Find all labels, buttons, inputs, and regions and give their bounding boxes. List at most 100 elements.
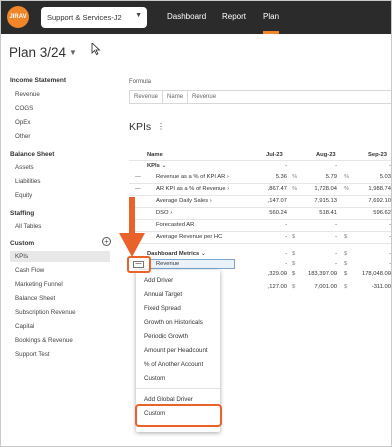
formula-token[interactable]: Revenue xyxy=(188,91,220,103)
sidebar-item-revenue[interactable]: Revenue xyxy=(15,91,40,98)
cell-unit: $ xyxy=(344,251,348,257)
cell-value[interactable]: 1,988.74 xyxy=(368,186,391,192)
active-nav-indicator xyxy=(263,31,279,34)
divider xyxy=(129,243,391,244)
cell-value[interactable]: 7,915.13 xyxy=(314,198,337,204)
cell-value[interactable]: 5.79 xyxy=(326,174,337,180)
menu-item-annual-target[interactable]: Annual Target xyxy=(144,291,182,298)
sidebar-item-opex[interactable]: OpEx xyxy=(15,119,30,126)
formula-bar[interactable]: Revenue Name Revenue xyxy=(129,90,391,104)
cell-value[interactable]: - xyxy=(335,234,337,240)
cell-value: - xyxy=(285,251,287,257)
sidebar-item-liabilities[interactable]: Liabilities xyxy=(15,178,40,185)
cell-value: - xyxy=(389,163,391,169)
nav-dashboard[interactable]: Dashboard xyxy=(167,12,206,21)
table-group-row[interactable]: KPIs ⌄ - - - xyxy=(129,161,391,172)
column-header-jul: Jul-23 xyxy=(266,152,283,158)
menu-item-add-global-driver[interactable]: Add Global Driver xyxy=(144,396,193,403)
menu-item-percent-of-another-account[interactable]: % of Another Account xyxy=(144,361,203,368)
cell-value[interactable]: ,329.00 xyxy=(268,271,287,277)
more-options-icon[interactable]: ⋮ xyxy=(157,122,165,131)
cell-value: - xyxy=(285,163,287,169)
cell-value[interactable]: -311.00 xyxy=(372,284,391,290)
sidebar-item-marketing-funnel[interactable]: Marketing Funnel xyxy=(15,281,63,288)
chevron-right-icon: › xyxy=(170,210,173,216)
cell-value[interactable]: 7,692.10 xyxy=(368,198,391,204)
jirav-logo[interactable]: JIRAV xyxy=(7,6,29,28)
sidebar-item-bookings-revenue[interactable]: Bookings & Revenue xyxy=(15,337,73,344)
cell-value[interactable]: - xyxy=(389,222,391,228)
menu-item-add-driver[interactable]: Add Driver xyxy=(144,277,173,284)
chevron-right-icon: › xyxy=(226,174,229,180)
row-name: AR KPI as a % of Revenue › xyxy=(156,186,230,192)
row-toggle[interactable]: — xyxy=(135,174,141,180)
row-name: Revenue as a % of KPI AR › xyxy=(156,174,229,180)
section-title: KPIs xyxy=(129,121,152,133)
menu-divider xyxy=(136,388,220,389)
cell-value[interactable]: ,127.00 xyxy=(268,284,287,290)
cell-unit: % xyxy=(292,186,298,192)
cell-value[interactable]: - xyxy=(285,234,287,240)
annotation-highlight-global-custom xyxy=(135,404,222,427)
cell-value: - xyxy=(335,251,337,257)
sidebar-item-cash-flow[interactable]: Cash Flow xyxy=(15,267,44,274)
formula-label: Formula xyxy=(129,79,152,85)
cell-value[interactable]: 518.41 xyxy=(319,210,337,216)
top-nav-bar: JIRAV Support & Services-J2 ▼ Dashboard … xyxy=(1,1,391,34)
sidebar-item-other[interactable]: Other xyxy=(15,133,30,140)
nav-plan[interactable]: Plan xyxy=(263,12,279,21)
table-row[interactable]: DSO › 560.24 518.41 596.62 xyxy=(129,208,391,219)
formula-token[interactable]: Revenue xyxy=(130,91,164,103)
row-name: Average Revenue per HC xyxy=(156,234,223,240)
workspace-value: Support & Services-J2 xyxy=(47,13,122,22)
sidebar-item-cogs[interactable]: COGS xyxy=(15,105,33,112)
menu-item-custom[interactable]: Custom xyxy=(144,375,165,382)
cell-value[interactable]: ,867.47 xyxy=(268,186,287,192)
cell-unit: % xyxy=(344,186,350,192)
menu-item-fixed-spread[interactable]: Fixed Spread xyxy=(144,305,181,312)
table-row[interactable]: — Revenue as a % of KPI AR › 5.36 % 5.79… xyxy=(129,172,391,183)
add-custom-icon[interactable]: + xyxy=(102,237,111,246)
cell-unit: $ xyxy=(292,251,296,257)
workspace-select[interactable]: Support & Services-J2 ▼ xyxy=(41,7,147,28)
table-row[interactable]: — AR KPI as a % of Revenue › ,867.47 % 1… xyxy=(129,184,391,195)
menu-item-periodic-growth[interactable]: Periodic Growth xyxy=(144,333,188,340)
formula-token[interactable]: Name xyxy=(163,91,189,103)
menu-item-growth-on-historicals[interactable]: Growth on Historicals xyxy=(144,319,203,326)
sidebar-item-assets[interactable]: Assets xyxy=(15,164,34,171)
sidebar-item-support-test[interactable]: Support Test xyxy=(15,351,50,358)
sidebar-item-kpis[interactable]: KPIs xyxy=(10,251,110,262)
sidebar-section-income-statement: Income Statement xyxy=(10,77,66,84)
cell-value[interactable]: ,147.07 xyxy=(268,198,287,204)
sidebar-item-capital[interactable]: Capital xyxy=(15,323,34,330)
cell-value[interactable]: 178,048.00 xyxy=(362,271,391,277)
cell-value[interactable]: - xyxy=(335,222,337,228)
cell-value[interactable]: - xyxy=(389,234,391,240)
sidebar-item-subscription-revenue[interactable]: Subscription Revenue xyxy=(15,309,76,316)
cell-value[interactable]: 596.62 xyxy=(373,210,391,216)
sidebar-section-custom: Custom xyxy=(10,240,35,247)
sidebar-item-balance-sheet[interactable]: Balance Sheet xyxy=(15,295,55,302)
nav-report[interactable]: Report xyxy=(222,12,246,21)
plan-selector[interactable]: Plan 3/24 ▼ xyxy=(9,45,77,60)
row-name: Forecasted AR xyxy=(156,222,195,228)
menu-item-amount-per-headcount[interactable]: Amount per Headcount xyxy=(144,347,208,354)
row-toggle[interactable]: — xyxy=(135,186,141,192)
sidebar-section-staffing: Staffing xyxy=(10,210,35,217)
chevron-down-icon: ▼ xyxy=(69,48,77,57)
sidebar-item-all-tables[interactable]: All Tables xyxy=(15,223,41,230)
cell-value[interactable]: 560.24 xyxy=(269,210,287,216)
cell-value[interactable]: 5.36 xyxy=(276,174,287,180)
chevron-right-icon: › xyxy=(227,186,230,192)
table-row[interactable]: Forecasted AR - - - xyxy=(129,220,391,231)
table-row[interactable]: Average Revenue per HC - $ - $ - xyxy=(129,232,391,243)
cell-value[interactable]: 5.03 xyxy=(380,174,391,180)
cell-value[interactable]: 183,397.00 xyxy=(308,271,337,277)
row-name: DSO › xyxy=(156,210,173,216)
cell-value[interactable]: - xyxy=(285,222,287,228)
cell-unit: $ xyxy=(292,284,296,290)
sidebar-item-equity[interactable]: Equity xyxy=(15,192,32,199)
cell-value[interactable]: 7,001.00 xyxy=(314,284,337,290)
table-row[interactable]: Average Daily Sales › ,147.07 7,915.13 7… xyxy=(129,196,391,207)
cell-value[interactable]: 1,728.04 xyxy=(314,186,337,192)
